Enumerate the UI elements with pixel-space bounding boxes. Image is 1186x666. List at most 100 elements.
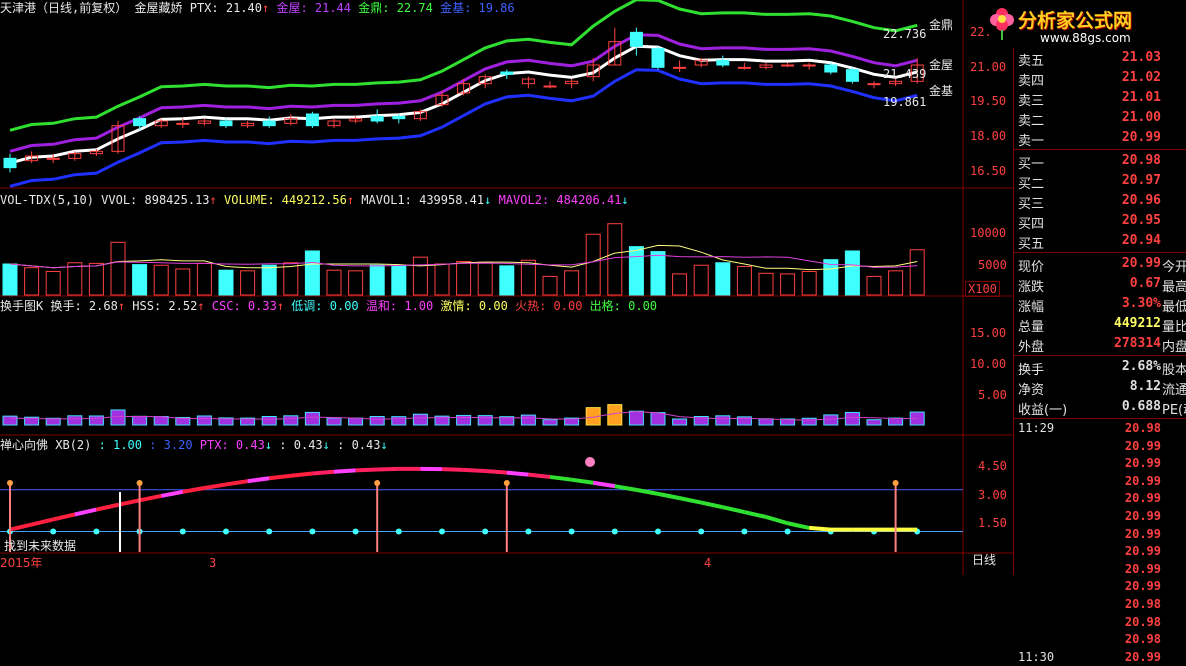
xb-curve-segment: [550, 477, 572, 480]
quote-label-2: 量比: [1162, 316, 1186, 335]
quote-label-2: 股本: [1162, 359, 1186, 378]
xb-dot: [309, 529, 315, 535]
volume-bar: [759, 273, 773, 295]
tick-time: 11:29: [1018, 421, 1054, 435]
volume-bar: [46, 271, 60, 295]
price-header: 天津港（日线,前复权） 金屋藏娇 PTX: 21.40↑ 金屋: 21.44 金…: [0, 1, 515, 15]
candle-body: [846, 70, 858, 82]
ask-row: 卖三21.01: [1014, 88, 1186, 108]
volume-header: VOL-TDX(5,10) VVOL: 898425.13↑ VOLUME: 4…: [0, 193, 629, 207]
volume-bar: [716, 263, 730, 295]
volume-bar: [889, 271, 903, 295]
tick-row[interactable]: 20.99: [1014, 561, 1186, 578]
vol-indicator-name: VOL-TDX(5,10): [0, 193, 94, 207]
xb-axis-label: 3.00: [978, 488, 1007, 502]
turnover-bar: [68, 416, 82, 425]
candle-body: [4, 158, 16, 167]
turnover-bar: [716, 416, 730, 425]
candle-body: [717, 60, 729, 65]
tick-row[interactable]: 11:3020.99: [1014, 649, 1186, 666]
period-label[interactable]: 日线: [972, 553, 996, 567]
turnover-bar: [867, 420, 881, 425]
xb-dot: [741, 529, 747, 535]
xb-dot: [612, 529, 618, 535]
xb-curve-segment: [377, 469, 399, 470]
quote-value: 21.03: [1122, 50, 1161, 65]
jinding-right-value: 22.736: [883, 27, 926, 41]
quote-value: 20.94: [1122, 233, 1161, 248]
xb-curve-segment: [118, 500, 140, 505]
volume-bar: [89, 263, 103, 295]
xb-curve-segment: [572, 480, 594, 483]
tick-row[interactable]: 20.99: [1014, 578, 1186, 595]
xb-curve-segment: [204, 484, 226, 488]
quote-value: 0.688: [1122, 399, 1161, 414]
tick-row[interactable]: 20.99: [1014, 508, 1186, 525]
kline-chart[interactable]: [0, 0, 1013, 575]
x-axis-year: 2015年: [0, 556, 43, 570]
indicator-name: 金屋藏娇: [134, 1, 182, 15]
tick-price: 20.99: [1125, 579, 1161, 593]
xb-curve-segment: [161, 492, 183, 496]
turnover-bar: [673, 419, 687, 425]
quote-label: 卖三: [1018, 90, 1044, 109]
xb-curve-segment: [766, 517, 788, 523]
quote-value: 21.02: [1122, 70, 1161, 85]
quote-label: 买一: [1018, 153, 1044, 172]
vol-axis-label: 5000: [978, 258, 1007, 272]
turnover-bar: [802, 418, 816, 425]
xb-param: XB(2): [55, 438, 91, 452]
xb-curve-segment: [723, 507, 745, 512]
xb-axis-label: 1.50: [978, 516, 1007, 530]
volume-bar: [608, 224, 622, 295]
volume-bar: [457, 262, 471, 295]
xb-dot: [266, 529, 272, 535]
xb-curve-segment: [528, 475, 550, 477]
volume-bar: [284, 263, 298, 295]
xb-value-4: : 0.43: [279, 438, 322, 452]
xb-curve-segment: [269, 476, 291, 479]
tick-row[interactable]: 20.99: [1014, 438, 1186, 455]
tick-row[interactable]: 20.99: [1014, 526, 1186, 543]
tick-row[interactable]: 11:2920.98: [1014, 420, 1186, 437]
quote-separator: [1014, 252, 1186, 253]
tick-row[interactable]: 20.98: [1014, 631, 1186, 648]
quote-panel: 卖五21.03卖四21.02卖三21.01卖二21.00卖一20.99买一20.…: [1013, 48, 1186, 575]
volume-bar: [500, 266, 514, 295]
xb-dot: [50, 529, 56, 535]
tick-row[interactable]: 20.99: [1014, 473, 1186, 490]
logo-url[interactable]: www.88gs.com: [1040, 31, 1131, 45]
quote-value: 3.30%: [1122, 296, 1161, 311]
tick-row[interactable]: 20.98: [1014, 614, 1186, 631]
jinji-right-value: 19.861: [883, 95, 926, 109]
tick-row[interactable]: 20.99: [1014, 490, 1186, 507]
tick-price: 20.99: [1125, 456, 1161, 470]
volume-bar: [370, 265, 384, 295]
turnover-bar: [327, 418, 341, 425]
volume-bar: [197, 263, 211, 295]
huanshou-value: 换手: 2.68: [50, 299, 117, 313]
quote-label: 换手: [1018, 359, 1044, 378]
xb-curve-segment: [356, 469, 378, 470]
xb-curve-segment: [744, 512, 766, 517]
tick-row[interactable]: 20.99: [1014, 543, 1186, 560]
wenhe-value: 温和: 1.00: [366, 299, 433, 313]
candle-body: [630, 32, 642, 46]
volume-bar: [111, 242, 125, 295]
turnover-bar: [262, 416, 276, 425]
xb-header: 禅心向佛 XB(2) : 1.00 : 3.20 PTX: 0.43↓ : 0.…: [0, 438, 388, 452]
xb-curve-segment: [140, 496, 162, 500]
xb-value-1: : 1.00: [99, 438, 142, 452]
volume-bar: [867, 276, 881, 295]
stat-row: 涨幅3.30%最低: [1014, 294, 1186, 314]
tick-price: 20.99: [1125, 562, 1161, 576]
quote-label: 净资: [1018, 379, 1044, 398]
quote-label-2: 最低: [1162, 296, 1186, 315]
tick-price: 20.99: [1125, 527, 1161, 541]
tick-row[interactable]: 20.98: [1014, 596, 1186, 613]
candle-body: [544, 86, 556, 87]
volume-panel: [3, 224, 924, 295]
candle-body: [263, 121, 275, 126]
tick-row[interactable]: 20.99: [1014, 455, 1186, 472]
xb-signal-marker: [504, 480, 510, 486]
